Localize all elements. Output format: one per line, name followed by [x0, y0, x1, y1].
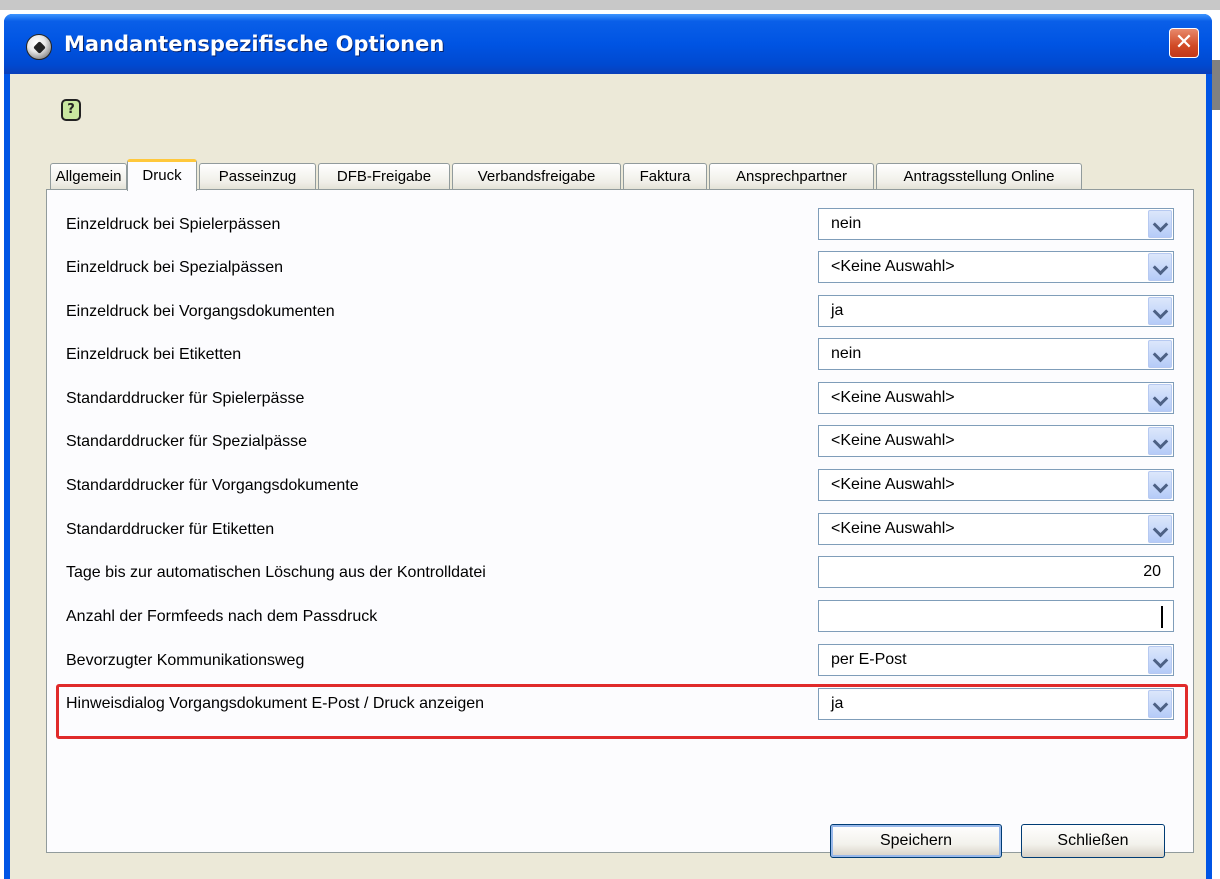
background-window-edge — [1212, 10, 1220, 879]
setting-label: Einzeldruck bei Spezialpässen — [66, 259, 284, 276]
select-value: <Keine Auswahl> — [831, 520, 955, 537]
chevron-down-icon[interactable] — [1148, 646, 1172, 674]
background-window-strip — [0, 0, 1220, 10]
select-value: ja — [831, 302, 844, 319]
chevron-down-icon[interactable] — [1148, 340, 1172, 368]
setting-select[interactable]: <Keine Auswahl> — [818, 425, 1174, 457]
setting-label: Einzeldruck bei Vorgangsdokumenten — [66, 303, 335, 320]
setting-select[interactable]: <Keine Auswahl> — [818, 513, 1174, 545]
title-bar[interactable]: Mandantenspezifische Optionen ✕ — [4, 14, 1212, 74]
setting-label: Anzahl der Formfeeds nach dem Passdruck — [66, 608, 378, 625]
setting-select[interactable]: nein — [818, 208, 1174, 240]
help-icon[interactable]: ? — [61, 99, 81, 121]
setting-select[interactable]: per E-Post — [818, 644, 1174, 676]
chevron-down-icon[interactable] — [1148, 515, 1172, 543]
tab-allgemein[interactable]: Allgemein — [50, 163, 127, 190]
select-value: <Keine Auswahl> — [831, 389, 955, 406]
setting-label: Einzeldruck bei Spielerpässen — [66, 216, 281, 233]
tab-antragsstellung-online[interactable]: Antragsstellung Online — [876, 163, 1082, 190]
window-title: Mandantenspezifische Optionen — [64, 32, 445, 56]
text-caret — [1161, 606, 1163, 628]
chevron-down-icon[interactable] — [1148, 297, 1172, 325]
setting-select[interactable]: <Keine Auswahl> — [818, 251, 1174, 283]
background-window-bar — [1212, 60, 1220, 110]
setting-select[interactable]: ja — [818, 688, 1174, 720]
setting-label: Bevorzugter Kommunikationsweg — [66, 652, 305, 669]
setting-select[interactable]: <Keine Auswahl> — [818, 469, 1174, 501]
chevron-down-icon[interactable] — [1148, 210, 1172, 238]
tab-faktura[interactable]: Faktura — [623, 163, 707, 190]
dialog-client-area: ? Allgemein Druck Passeinzug DFB-Freigab… — [10, 74, 1206, 879]
select-value: <Keine Auswahl> — [831, 432, 955, 449]
select-value: <Keine Auswahl> — [831, 258, 955, 275]
save-button[interactable]: Speichern — [830, 824, 1002, 858]
close-window-button[interactable]: ✕ — [1169, 28, 1199, 58]
options-dialog: Mandantenspezifische Optionen ✕ ? Allgem… — [4, 14, 1212, 879]
chevron-down-icon[interactable] — [1148, 427, 1172, 455]
chevron-down-icon[interactable] — [1148, 471, 1172, 499]
chevron-down-icon[interactable] — [1148, 690, 1172, 718]
setting-select[interactable]: nein — [818, 338, 1174, 370]
chevron-down-icon[interactable] — [1148, 384, 1172, 412]
setting-text-input[interactable]: 20 — [818, 556, 1174, 588]
tab-druck[interactable]: Druck — [127, 159, 197, 191]
setting-label: Einzeldruck bei Etiketten — [66, 346, 242, 363]
tab-dfb-freigabe[interactable]: DFB-Freigabe — [318, 163, 450, 190]
select-value: ja — [831, 695, 844, 712]
setting-label: Standarddrucker für Spezialpässe — [66, 433, 308, 450]
select-value: <Keine Auswahl> — [831, 476, 955, 493]
close-button[interactable]: Schließen — [1021, 824, 1165, 858]
select-value: nein — [831, 345, 862, 362]
chevron-down-icon[interactable] — [1148, 253, 1172, 281]
soccer-ball-icon — [26, 34, 52, 60]
select-value: nein — [831, 215, 862, 232]
setting-select[interactable]: ja — [818, 295, 1174, 327]
tab-ansprechpartner[interactable]: Ansprechpartner — [709, 163, 874, 190]
tab-passeinzug[interactable]: Passeinzug — [199, 163, 316, 190]
setting-label: Standarddrucker für Etiketten — [66, 521, 275, 538]
setting-select[interactable]: <Keine Auswahl> — [818, 382, 1174, 414]
setting-label: Hinweisdialog Vorgangsdokument E-Post / … — [66, 695, 485, 712]
select-value: per E-Post — [831, 651, 907, 668]
tab-verbandsfreigabe[interactable]: Verbandsfreigabe — [452, 163, 621, 190]
setting-text-input[interactable] — [818, 600, 1174, 632]
setting-label: Standarddrucker für Vorgangsdokumente — [66, 477, 359, 494]
input-value: 20 — [1143, 563, 1161, 580]
setting-label: Tage bis zur automatischen Löschung aus … — [66, 564, 486, 581]
setting-label: Standarddrucker für Spielerpässe — [66, 390, 305, 407]
